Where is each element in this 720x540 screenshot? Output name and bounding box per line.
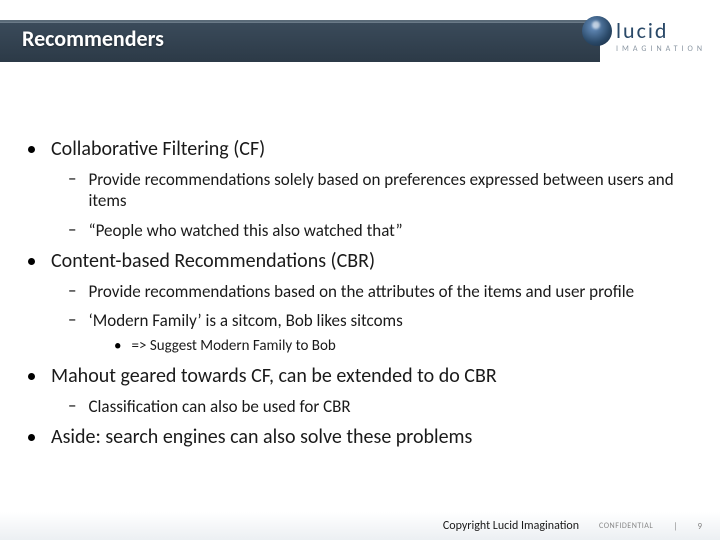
dash-icon: – (68, 169, 76, 212)
dash-icon: – (68, 220, 76, 241)
slide-footer: Copyright Lucid Imagination CONFIDENTIAL… (0, 512, 720, 540)
bullet-dot-icon (28, 258, 35, 265)
bullet-small-icon: • (114, 337, 121, 356)
bullet-cbr: Content-based Recommendations (CBR) (24, 249, 696, 273)
bullet-text: Content-based Recommendations (CBR) (51, 249, 375, 273)
slide-content: Collaborative Filtering (CF) – Provide r… (0, 62, 720, 540)
subbullet: – Provide recommendations based on the a… (68, 281, 696, 302)
logo-text: lucid (616, 21, 669, 41)
bullet-text: Aside: search engines can also solve the… (51, 425, 472, 449)
logo-word: lucid (616, 21, 669, 41)
subbullet-text: ‘Modern Family’ is a sitcom, Bob likes s… (88, 310, 402, 331)
page-number: 9 (697, 521, 702, 532)
dash-icon: – (68, 396, 76, 417)
dash-icon: – (68, 310, 76, 331)
bullet-search: Aside: search engines can also solve the… (24, 425, 696, 449)
dash-icon: – (68, 281, 76, 302)
subbullet: – ‘Modern Family’ is a sitcom, Bob likes… (68, 310, 696, 331)
subbullet-text: “People who watched this also watched th… (88, 220, 402, 241)
subbullet: – Provide recommendations solely based o… (68, 169, 696, 212)
logo-row: lucid (582, 16, 669, 46)
subbullet: – “People who watched this also watched … (68, 220, 696, 241)
footer-divider: | (673, 521, 677, 532)
slide-title: Recommenders (22, 25, 164, 52)
subbullet-text: Provide recommendations solely based on … (88, 169, 696, 212)
sphere-icon (582, 16, 612, 46)
confidential-label: CONFIDENTIAL (599, 521, 653, 531)
subsubbullet: • => Suggest Modern Family to Bob (114, 337, 696, 356)
bullet-dot-icon (28, 434, 35, 441)
slide: Recommenders lucid IMAGINATION Collabora… (0, 0, 720, 540)
bullet-cf: Collaborative Filtering (CF) (24, 137, 696, 161)
subbullet-text: Provide recommendations based on the att… (88, 281, 634, 302)
brand-logo: lucid IMAGINATION (582, 16, 706, 54)
bullet-text: Mahout geared towards CF, can be extende… (51, 364, 497, 388)
bullet-dot-icon (28, 146, 35, 153)
bullet-text: Collaborative Filtering (CF) (51, 137, 265, 161)
subbullet-text: Classification can also be used for CBR (88, 396, 350, 417)
bullet-dot-icon (28, 373, 35, 380)
slide-header: Recommenders lucid IMAGINATION (0, 0, 720, 62)
copyright-text: Copyright Lucid Imagination (443, 519, 579, 533)
subbullet: – Classification can also be used for CB… (68, 396, 696, 417)
bullet-mahout: Mahout geared towards CF, can be extende… (24, 364, 696, 388)
logo-subtitle: IMAGINATION (616, 44, 706, 54)
title-bar: Recommenders (0, 22, 600, 62)
subsubbullet-text: => Suggest Modern Family to Bob (131, 337, 335, 356)
